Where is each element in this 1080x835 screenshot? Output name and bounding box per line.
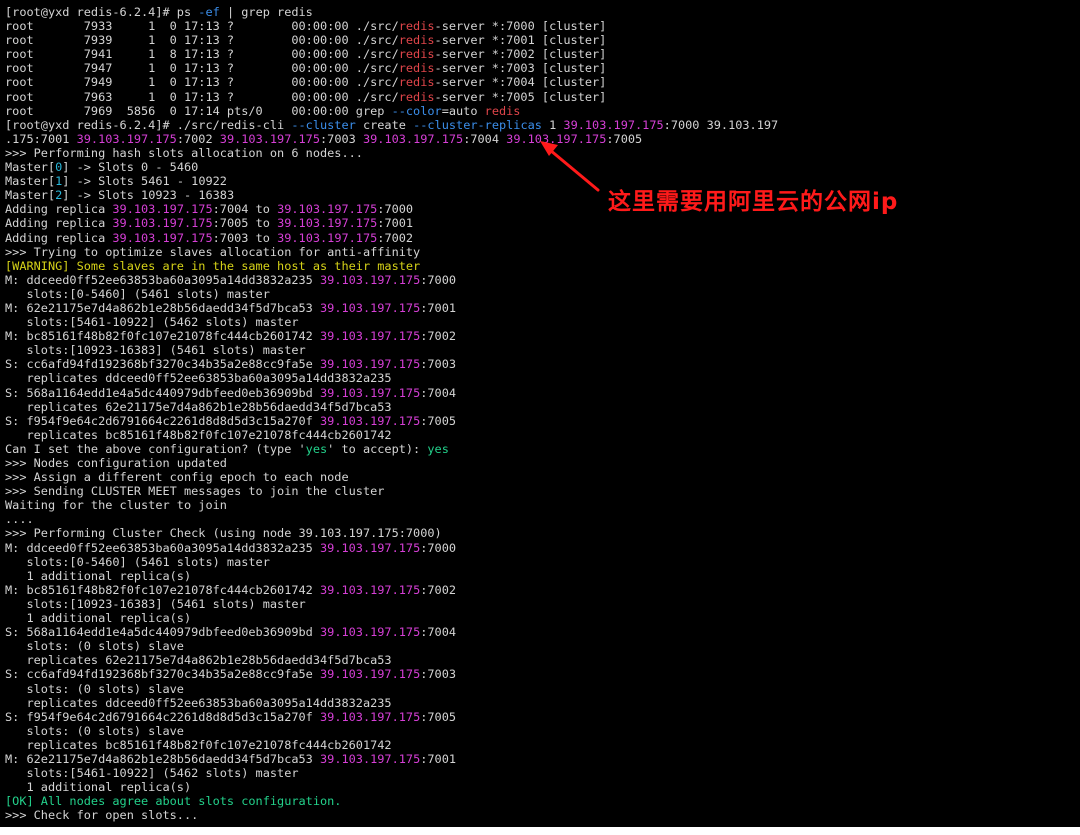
arrow-icon [540,141,600,192]
annotation-callout: 这里需要用阿里云的公网ip [0,0,1080,835]
annotation-text: 这里需要用阿里云的公网ip [608,189,899,215]
